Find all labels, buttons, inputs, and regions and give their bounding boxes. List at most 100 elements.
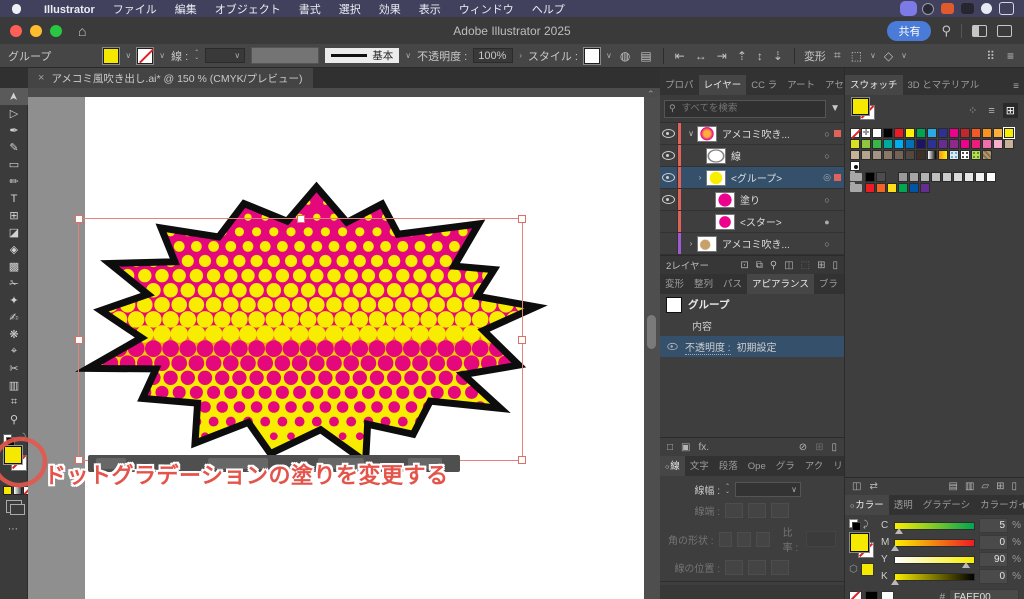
swatch[interactable] xyxy=(942,172,952,182)
selection-indicator[interactable] xyxy=(834,240,841,247)
eyedropper-tool[interactable]: ✦ xyxy=(0,292,28,309)
tab-layers-3[interactable]: アート xyxy=(782,75,820,95)
document-setup-icon[interactable]: ▤ xyxy=(638,49,653,63)
swatch[interactable] xyxy=(898,183,908,193)
list-view-icon[interactable]: ≡ xyxy=(985,104,997,118)
scissors-tool[interactable]: ✂ xyxy=(0,360,28,377)
clear-appearance-icon[interactable]: ⊘ xyxy=(799,442,807,453)
new-layer-icon[interactable]: ⊞ xyxy=(817,260,825,271)
menu-item-1[interactable]: ファイル xyxy=(104,4,166,16)
swatch[interactable] xyxy=(894,139,904,149)
swatch[interactable] xyxy=(872,150,882,160)
target-circle-icon[interactable]: ○ xyxy=(820,151,834,161)
layer-name[interactable]: 塗り xyxy=(740,192,820,207)
layer-thumbnail[interactable] xyxy=(697,126,717,142)
appearance-opacity-label[interactable]: 不透明度 : xyxy=(685,339,731,355)
visibility-toggle[interactable] xyxy=(660,145,678,166)
screen-share-icon[interactable] xyxy=(902,3,915,14)
swatch[interactable] xyxy=(982,139,992,149)
selection-handle[interactable] xyxy=(297,215,305,223)
slider-thumb-icon[interactable] xyxy=(891,545,899,551)
slice-tool[interactable]: ⌗ xyxy=(0,394,28,411)
tab-swatches-menu-icon[interactable]: ≡ xyxy=(1008,78,1024,95)
swatch[interactable] xyxy=(905,128,915,138)
white-swatch[interactable] xyxy=(881,591,894,599)
rectangle-tool[interactable]: ▭ xyxy=(0,156,28,173)
swatch[interactable] xyxy=(938,139,948,149)
tab-layers-0[interactable]: プロパ xyxy=(660,75,699,95)
swatch[interactable] xyxy=(872,128,882,138)
stroke-weight-stepper[interactable]: ⌃⌄ xyxy=(194,51,199,61)
menu-item-3[interactable]: オブジェクト xyxy=(206,4,290,16)
swatch[interactable] xyxy=(883,139,893,149)
swatch[interactable] xyxy=(971,128,981,138)
swatch[interactable] xyxy=(960,128,970,138)
swatch[interactable] xyxy=(887,183,897,193)
selection-handle[interactable] xyxy=(518,456,526,464)
selection-bounding-box[interactable] xyxy=(78,218,523,461)
swatch[interactable] xyxy=(850,150,860,160)
layer-name[interactable]: <スター> xyxy=(740,214,820,229)
show-swatch-kinds-icon[interactable]: ▤ xyxy=(948,481,957,492)
swatch[interactable] xyxy=(876,183,886,193)
swatch[interactable] xyxy=(953,172,963,182)
slider-thumb-icon[interactable] xyxy=(891,579,899,585)
layer-thumbnail[interactable] xyxy=(706,170,726,186)
opacity-value[interactable]: 100% xyxy=(473,48,513,63)
swatch[interactable] xyxy=(872,139,882,149)
target-circle-icon[interactable]: ● xyxy=(820,217,834,227)
fill-color-swatch[interactable] xyxy=(103,48,119,64)
delete-swatch-icon[interactable]: ▯ xyxy=(1011,481,1017,492)
visibility-eye-icon[interactable] xyxy=(667,343,677,350)
channel-slider[interactable] xyxy=(894,539,976,547)
tab-appearance-0[interactable]: 変形 xyxy=(660,274,689,294)
align-left-icon[interactable]: ⇤ xyxy=(673,49,687,63)
stroke-color-swatch[interactable] xyxy=(137,48,153,64)
swatch[interactable] xyxy=(993,139,1003,149)
swatch[interactable] xyxy=(861,150,871,160)
paintbrush-tool[interactable]: ✏ xyxy=(0,173,28,190)
swap-fill-stroke-icon[interactable]: ⤸ xyxy=(863,519,868,530)
fill-proxy-swatch[interactable] xyxy=(4,446,22,464)
slider-thumb-icon[interactable] xyxy=(895,528,903,534)
channel-slider[interactable] xyxy=(894,522,976,530)
graph-tool[interactable]: ▥ xyxy=(0,377,28,394)
appearance-contents-row[interactable]: 内容 xyxy=(660,315,844,336)
swatch[interactable] xyxy=(916,128,926,138)
new-swatch-icon[interactable]: ⊞ xyxy=(996,481,1004,492)
layer-row-5[interactable]: ›アメコミ吹き...○ xyxy=(660,233,844,255)
layer-row-3[interactable]: 塗り○ xyxy=(660,189,844,211)
out-of-gamut-icon[interactable]: ⬡ xyxy=(849,564,858,575)
swatch-options-icon[interactable]: ▥ xyxy=(965,481,974,492)
shaper-tool[interactable]: ◈ xyxy=(0,241,28,258)
channel-value[interactable]: 0 xyxy=(979,569,1008,584)
minimize-window-button[interactable] xyxy=(30,25,42,37)
menu-item-5[interactable]: 選択 xyxy=(330,4,370,16)
style-dropdown-icon[interactable]: ∨ xyxy=(606,51,612,60)
opacity-expand-icon[interactable]: › xyxy=(519,51,522,60)
align-outside-button[interactable] xyxy=(771,560,789,575)
target-circle-icon[interactable]: ○ xyxy=(820,195,834,205)
gradient-swatch[interactable] xyxy=(927,150,937,160)
type-tool[interactable]: T xyxy=(0,190,28,207)
swatch[interactable] xyxy=(1004,139,1014,149)
appearance-group-row[interactable]: グループ xyxy=(660,294,844,315)
menu-item-8[interactable]: ウィンドウ xyxy=(450,4,523,16)
pattern-swatch[interactable] xyxy=(850,161,860,171)
align-center-icon[interactable]: ↔ xyxy=(693,49,709,63)
swatch[interactable] xyxy=(894,150,904,160)
layer-thumbnail[interactable] xyxy=(715,214,735,230)
selection-indicator[interactable] xyxy=(834,196,841,203)
selection-indicator[interactable] xyxy=(834,218,841,225)
layer-thumbnail[interactable] xyxy=(697,236,717,252)
direct-selection-tool[interactable]: ▷ xyxy=(0,105,28,122)
add-new-fill-icon[interactable]: ▣ xyxy=(681,442,690,453)
none-swatch[interactable] xyxy=(850,128,860,138)
swatch[interactable] xyxy=(949,128,959,138)
ratio-field[interactable] xyxy=(806,531,836,547)
hex-input[interactable] xyxy=(949,589,1019,599)
selection-handle[interactable] xyxy=(75,215,83,223)
tab-appearance-2[interactable]: パス xyxy=(718,274,747,294)
visibility-toggle[interactable] xyxy=(660,167,678,188)
gradient-swatch[interactable] xyxy=(938,150,948,160)
